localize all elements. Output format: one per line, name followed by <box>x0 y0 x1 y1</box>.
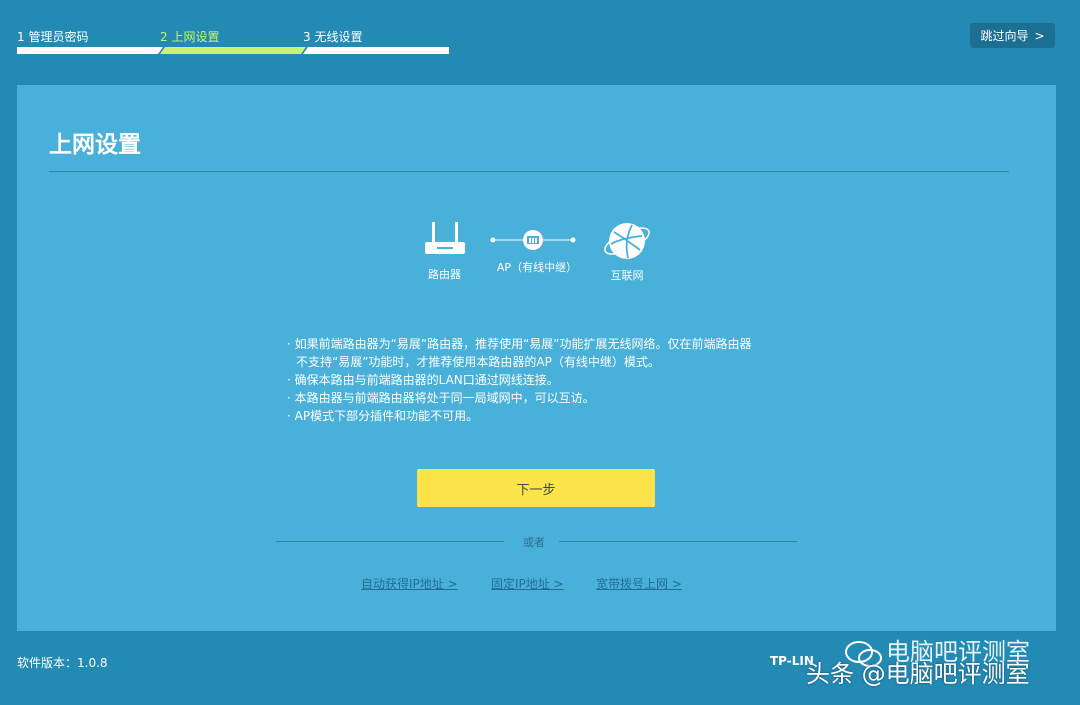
step-label: 3 无线设置 <box>303 30 363 44</box>
ap-mode-diagram: 路由器 AP（有线中继） 互联网 <box>417 220 667 290</box>
note-line: · 本路由器与前端路由器将处于同一局域网中，可以互访。 <box>287 391 595 405</box>
note-line: · 确保本路由与前端路由器的LAN口通过网线连接。 <box>287 373 559 387</box>
ap-mode-notes: · 如果前端路由器为“易展”路由器，推荐使用“易展”功能扩展无线网络。仅在前端路… <box>287 335 867 425</box>
step-progress-bar-active <box>160 47 306 54</box>
skip-wizard-label: 跳过向导 <box>980 29 1029 43</box>
next-step-button[interactable]: 下一步 <box>417 469 655 507</box>
internet-label: 互联网 <box>610 269 644 282</box>
static-ip-link[interactable]: 固定IP地址 > <box>491 575 564 592</box>
internet-node: 互联网 <box>599 220 655 283</box>
note-line: · 如果前端路由器为“易展”路由器，推荐使用“易展”功能扩展无线网络。仅在前端路… <box>287 337 752 351</box>
step-internet-settings: 2 上网设置 <box>160 27 306 57</box>
skip-wizard-button[interactable]: 跳过向导 > <box>970 23 1055 48</box>
or-divider-left <box>276 541 504 542</box>
step-admin-password: 1 管理员密码 <box>17 27 163 57</box>
step-label: 2 上网设置 <box>160 30 220 44</box>
note-line: 不支持“易展”功能时，才推荐使用本路由器的AP（有线中继）模式。 <box>296 355 660 369</box>
watermark-line2: 头条 @电脑吧评测室 <box>806 660 1030 688</box>
ap-link: AP（有线中继） <box>489 228 589 275</box>
wizard-steps: 1 管理员密码 2 上网设置 3 无线设置 <box>17 27 449 57</box>
router-label: 路由器 <box>428 268 461 281</box>
dhcp-link[interactable]: 自动获得IP地址 > <box>361 575 458 592</box>
software-version: 软件版本：1.0.8 <box>17 656 108 670</box>
internet-settings-card: 上网设置 路由器 AP（有线中继） 互联网 · 如果前端路由器为“易展”路由器，… <box>17 85 1056 631</box>
step-label: 1 管理员密码 <box>17 30 89 44</box>
step-wireless-settings: 3 无线设置 <box>303 27 449 57</box>
step-progress-bar <box>17 47 163 54</box>
page-title: 上网设置 <box>49 132 141 158</box>
wired-link-icon <box>490 230 576 250</box>
watermark: 电脑吧评测室 头条 @电脑吧评测室 <box>806 628 1076 698</box>
pppoe-link[interactable]: 宽带拨号上网 > <box>596 575 682 592</box>
or-separator: 或者 <box>276 534 797 549</box>
or-label: 或者 <box>523 536 545 549</box>
step-progress-bar <box>303 47 449 54</box>
chevron-right-icon: > <box>1034 28 1045 43</box>
router-node: 路由器 <box>417 220 472 282</box>
globe-icon <box>604 223 650 259</box>
title-divider <box>49 171 1009 172</box>
or-divider-right <box>559 541 797 542</box>
ap-link-label: AP（有线中继） <box>496 261 578 274</box>
router-icon <box>424 222 465 254</box>
note-line: · AP模式下部分插件和功能不可用。 <box>287 409 479 423</box>
